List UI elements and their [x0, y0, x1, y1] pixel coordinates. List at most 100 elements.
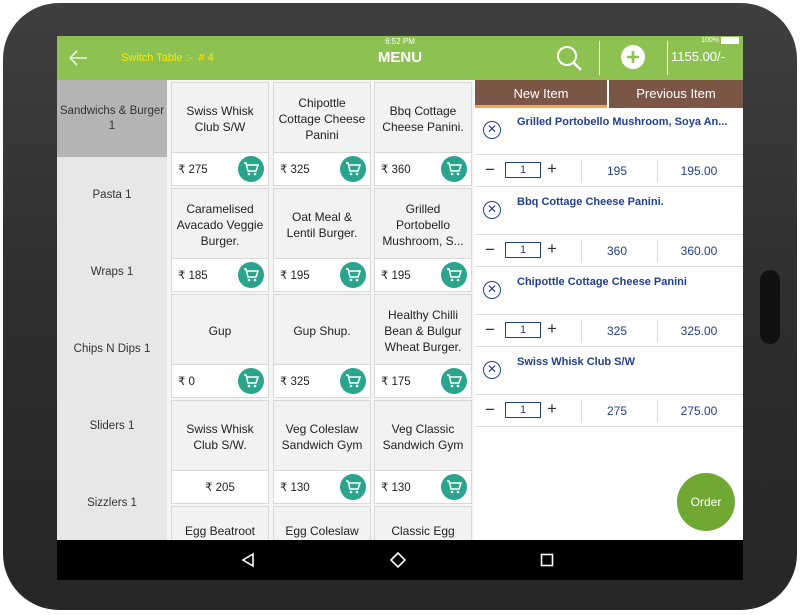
- place-order-button[interactable]: Order: [677, 473, 735, 531]
- quantity-field[interactable]: 1: [505, 402, 541, 418]
- cart-icon: [244, 374, 259, 388]
- tab-new-item[interactable]: New Item: [475, 80, 607, 108]
- increase-quantity-button[interactable]: +: [547, 160, 557, 178]
- menu-item-price: ₹ 325: [280, 376, 310, 388]
- plus-icon: [627, 51, 639, 63]
- add-to-cart-button[interactable]: [340, 262, 366, 288]
- category-item-sliders[interactable]: Sliders 1: [57, 388, 167, 465]
- add-to-cart-button[interactable]: [238, 262, 264, 288]
- menu-item-price-row: ₹ 195: [274, 258, 370, 291]
- menu-item-name: Healthy Chilli Bean & Bulgur Wheat Burge…: [384, 308, 462, 354]
- nav-home-button[interactable]: [388, 550, 408, 570]
- category-item-wraps[interactable]: Wraps 1: [57, 234, 167, 311]
- quantity-field[interactable]: 1: [505, 242, 541, 258]
- remove-item-button[interactable]: ✕: [483, 201, 501, 219]
- order-item-quantity-row: − 1 + 325 325.00: [475, 314, 743, 347]
- add-to-cart-button[interactable]: [238, 368, 264, 394]
- add-to-cart-button[interactable]: [340, 474, 366, 500]
- menu-item-card[interactable]: Oat Meal & Lentil Burger. ₹ 195: [273, 188, 371, 292]
- menu-item-card[interactable]: Egg Beatroot Hummus: [171, 506, 269, 540]
- menu-item-card[interactable]: Bbq Cottage Cheese Panini. ₹ 360: [374, 82, 472, 186]
- menu-item-card[interactable]: Classic Egg: [374, 506, 472, 540]
- menu-item-card[interactable]: Gup Shup. ₹ 325: [273, 294, 371, 398]
- add-to-cart-button[interactable]: [441, 474, 467, 500]
- add-to-cart-button[interactable]: [340, 156, 366, 182]
- menu-item-price: ₹ 360: [381, 164, 411, 176]
- menu-item-card[interactable]: Chipottle Cottage Cheese Panini ₹ 325: [273, 82, 371, 186]
- order-item-quantity-row: − 1 + 275 275.00: [475, 394, 743, 427]
- increase-quantity-button[interactable]: +: [547, 320, 557, 338]
- menu-item-card[interactable]: Swiss Whisk Club S/W ₹ 275: [171, 82, 269, 186]
- menu-item-price: ₹ 185: [178, 270, 208, 282]
- menu-item-card[interactable]: Veg Coleslaw Sandwich Gym ₹ 130: [273, 400, 371, 504]
- order-item-name: Grilled Portobello Mushroom, Soya An...: [517, 116, 728, 128]
- nav-recents-button[interactable]: [537, 550, 557, 570]
- tablet-device: 6:52 PM 100% Switch Table :- # 4 MENU 11…: [0, 0, 800, 615]
- column-divider: [581, 320, 582, 342]
- menu-item-price: ₹ 275: [178, 164, 208, 176]
- category-item-chips-dips[interactable]: Chips N Dips 1: [57, 311, 167, 388]
- hardware-button: [760, 270, 780, 344]
- add-to-cart-button[interactable]: [441, 156, 467, 182]
- header-divider: [599, 41, 600, 75]
- system-nav-bar: [57, 540, 743, 580]
- menu-item-name: Chipottle Cottage Cheese Panini: [278, 96, 366, 142]
- column-divider: [657, 320, 658, 342]
- decrease-quantity-button[interactable]: −: [485, 241, 495, 259]
- close-circle-icon: ✕: [486, 202, 498, 216]
- cart-icon: [447, 480, 462, 494]
- quantity-field[interactable]: 1: [505, 162, 541, 178]
- unit-price: 360: [606, 244, 628, 258]
- add-button[interactable]: [621, 45, 645, 69]
- nav-back-button[interactable]: [238, 550, 258, 570]
- menu-item-name: Veg Coleslaw Sandwich Gym: [281, 422, 363, 452]
- order-item: ✕ Chipottle Cottage Cheese Panini − 1 + …: [475, 270, 743, 350]
- order-item-header: ✕ Grilled Portobello Mushroom, Soya An..…: [475, 110, 743, 154]
- menu-item-card[interactable]: Grilled Portobello Mushroom, S... ₹ 195: [374, 188, 472, 292]
- menu-item-name: Oat Meal & Lentil Burger.: [286, 210, 358, 240]
- tab-previous-item[interactable]: Previous Item: [609, 80, 743, 108]
- menu-item-name: Gup: [208, 324, 232, 338]
- add-to-cart-button[interactable]: [441, 368, 467, 394]
- category-item-sandwiches-burger[interactable]: Sandwichs & Burger 1: [57, 80, 167, 157]
- menu-item-price: ₹ 130: [280, 482, 310, 494]
- unit-price: 325: [606, 324, 628, 338]
- decrease-quantity-button[interactable]: −: [485, 161, 495, 179]
- category-item-sizzlers[interactable]: Sizzlers 1: [57, 465, 167, 542]
- menu-item-price-row: ₹ 360: [375, 152, 471, 185]
- category-item-pasta[interactable]: Pasta 1: [57, 157, 167, 234]
- order-item-name: Chipottle Cottage Cheese Panini: [517, 276, 687, 288]
- add-to-cart-button[interactable]: [238, 156, 264, 182]
- remove-item-button[interactable]: ✕: [483, 281, 501, 299]
- remove-item-button[interactable]: ✕: [483, 121, 501, 139]
- order-item-quantity-row: − 1 + 195 195.00: [475, 154, 743, 187]
- increase-quantity-button[interactable]: +: [547, 240, 557, 258]
- column-divider: [657, 240, 658, 262]
- home-icon: [389, 551, 407, 569]
- menu-item-name: Classic Egg: [391, 524, 455, 538]
- increase-quantity-button[interactable]: +: [547, 400, 557, 418]
- remove-item-button[interactable]: ✕: [483, 361, 501, 379]
- column-divider: [657, 400, 658, 422]
- menu-item-card[interactable]: Veg Classic Sandwich Gym ₹ 130: [374, 400, 472, 504]
- search-button[interactable]: [555, 44, 583, 72]
- menu-item-card[interactable]: Egg Coleslaw: [273, 506, 371, 540]
- menu-item-name: Gup Shup.: [293, 324, 351, 338]
- cart-icon: [447, 374, 462, 388]
- column-divider: [581, 400, 582, 422]
- add-to-cart-button[interactable]: [441, 262, 467, 288]
- cart-icon: [447, 162, 462, 176]
- quantity-field[interactable]: 1: [505, 322, 541, 338]
- menu-item-card[interactable]: Gup ₹ 0: [171, 294, 269, 398]
- menu-item-card[interactable]: Healthy Chilli Bean & Bulgur Wheat Burge…: [374, 294, 472, 398]
- menu-item-card[interactable]: Caramelised Avacado Veggie Burger. ₹ 185: [171, 188, 269, 292]
- decrease-quantity-button[interactable]: −: [485, 401, 495, 419]
- menu-item-card[interactable]: Swiss Whisk Club S/W. ₹ 205: [171, 400, 269, 504]
- add-to-cart-button[interactable]: [340, 368, 366, 394]
- menu-item-price-row: ₹ 175: [375, 364, 471, 397]
- unit-price: 275: [606, 404, 628, 418]
- line-total: 195.00: [680, 164, 718, 178]
- decrease-quantity-button[interactable]: −: [485, 321, 495, 339]
- menu-item-price: ₹ 195: [280, 270, 310, 282]
- order-item: ✕ Bbq Cottage Cheese Panini. − 1 + 360 3…: [475, 190, 743, 270]
